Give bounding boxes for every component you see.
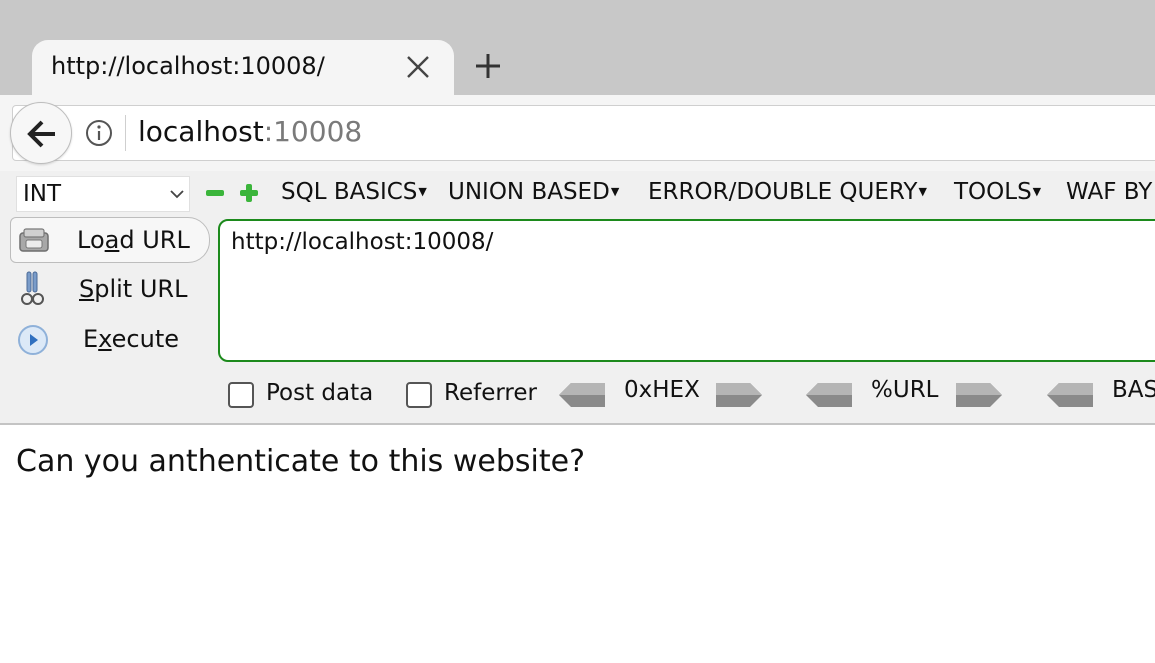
address-port: :10008 [263,115,363,148]
close-icon[interactable] [402,51,434,83]
menu-waf-bypass[interactable]: WAF BY [1066,179,1152,205]
plus-icon[interactable] [239,183,259,203]
arrow-right-icon[interactable] [954,382,1002,408]
caret-down-icon: ▼ [610,185,620,198]
arrow-left-icon[interactable] [1047,382,1095,408]
url-encoder-label: %URL [871,377,939,403]
back-button[interactable] [10,102,72,164]
page-text: Can you anthenticate to this website? [16,444,585,479]
tab-strip: http://localhost:10008/ [0,0,1155,98]
post-data-checkbox[interactable] [228,382,254,408]
menu-tools[interactable]: TOOLS▼ [954,179,1041,205]
post-data-label: Post data [266,380,374,406]
execute-button[interactable]: Execute [10,317,210,363]
chevron-down-icon [170,190,184,199]
load-url-button[interactable]: Load URL [10,217,210,263]
arrow-right-icon[interactable] [714,382,762,408]
arrow-left-icon[interactable] [806,382,854,408]
split-url-label: Split URL [79,275,188,303]
load-url-label: Load URL [77,226,190,254]
caret-down-icon: ▼ [418,185,427,198]
info-icon[interactable] [84,118,114,148]
menu-label: SQL BASICS [281,179,418,205]
back-arrow-icon [27,120,55,148]
address-text[interactable]: localhost:10008 [138,115,362,148]
caret-down-icon: ▼ [1032,185,1042,198]
hex-encoder-label: 0xHEX [624,377,700,403]
address-host: localhost [138,115,264,148]
menu-label: TOOLS [954,179,1032,205]
menu-label: ERROR/DOUBLE QUERY [648,179,918,205]
execute-label: Execute [83,325,179,353]
tab-title: http://localhost:10008/ [51,52,325,80]
injection-type-value: INT [23,181,62,207]
plus-icon[interactable] [472,50,504,82]
url-textarea[interactable]: http://localhost:10008/ [218,219,1155,362]
load-url-icon [19,228,49,252]
navigation-bar: localhost:10008 [0,95,1155,171]
split-url-button[interactable]: Split URL [10,267,210,313]
hackbar-panel: INT SQL BASICS▼ UNION BASED▼ ERROR/DOUBL… [0,171,1155,425]
referrer-label: Referrer [444,380,537,406]
menu-label: WAF BY [1066,179,1153,205]
menu-error-double-query[interactable]: ERROR/DOUBLE QUERY▼ [648,179,927,205]
browser-tab[interactable]: http://localhost:10008/ [32,40,454,98]
caret-down-icon: ▼ [918,185,927,198]
menu-sql-basics[interactable]: SQL BASICS▼ [281,179,427,205]
play-icon [18,325,48,355]
base64-encoder-label: BAS [1112,377,1155,403]
menu-label: UNION BASED [448,179,610,205]
menu-union-based[interactable]: UNION BASED▼ [448,179,619,205]
scissors-icon [21,271,44,305]
address-divider [125,115,126,151]
arrow-left-icon[interactable] [559,382,607,408]
referrer-checkbox[interactable] [406,382,432,408]
injection-type-select[interactable]: INT [16,176,190,212]
minus-icon[interactable] [205,185,225,201]
